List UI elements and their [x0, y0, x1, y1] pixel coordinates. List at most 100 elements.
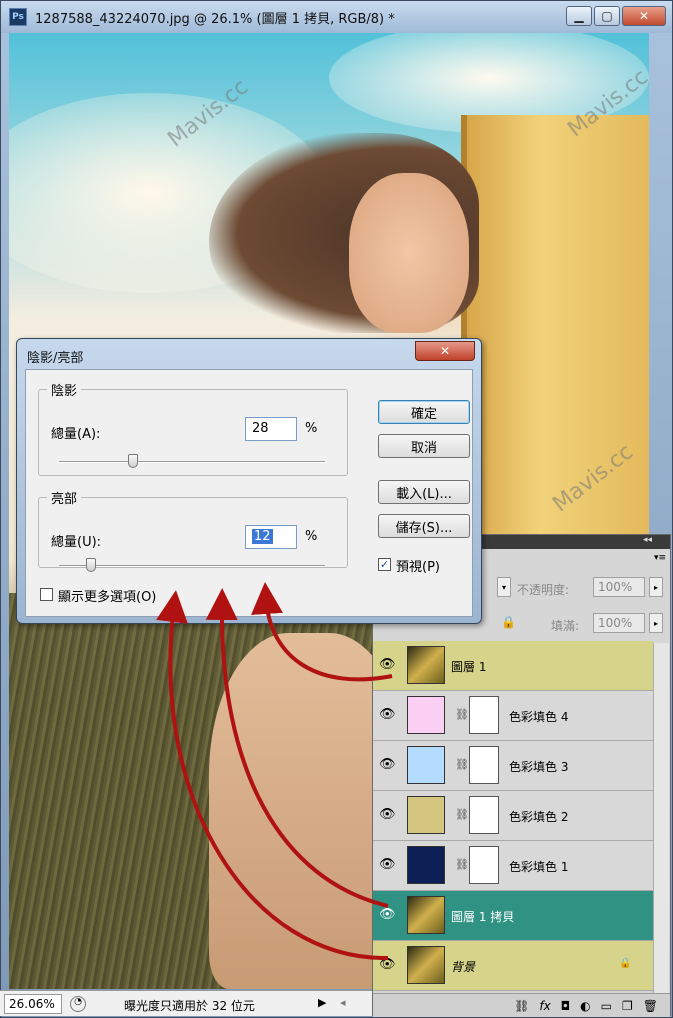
blend-mode-dropdown[interactable]: ▾ — [497, 577, 511, 597]
lock-all-icon[interactable]: 🔒 — [501, 615, 516, 629]
more-options-label[interactable]: 顯示更多選項(O) — [58, 586, 156, 605]
preview-checkbox[interactable]: ✓ — [378, 558, 391, 571]
layer-mask-thumbnail — [469, 696, 499, 734]
dialog-close-button[interactable]: ✕ — [415, 341, 475, 361]
link-layers-icon[interactable]: ⛓ — [514, 999, 529, 1013]
status-info-icon[interactable]: ◔ — [70, 996, 86, 1012]
highlights-amount-text: 12 — [252, 529, 273, 544]
layer-name: 色彩填色 2 — [509, 810, 569, 824]
layer-row[interactable]: 👁 ⛓ 色彩填色 4 — [373, 691, 653, 741]
link-icon: ⛓ — [455, 808, 469, 821]
fill-label: 填滿: — [551, 619, 580, 633]
shadows-slider-track[interactable] — [59, 461, 325, 463]
cancel-button[interactable]: 取消 — [378, 434, 470, 458]
layer-name: 色彩填色 4 — [509, 710, 569, 724]
status-menu-arrow[interactable]: ▶ — [318, 996, 326, 1009]
checkmark-icon: ✓ — [379, 558, 390, 571]
fill-thumbnail — [407, 796, 445, 834]
shadows-amount-input[interactable]: 28 — [245, 417, 297, 441]
shadows-highlights-dialog: 陰影/亮部 ✕ 陰影 總量(A): 28 % 亮部 總量(U): 12 % 顯示… — [16, 338, 482, 624]
eye-icon[interactable]: 👁 — [379, 757, 399, 773]
close-icon: ✕ — [638, 9, 650, 23]
opacity-field[interactable]: 100% — [593, 577, 645, 597]
title-bar[interactable]: Ps 1287588_43224070.jpg @ 26.1% (圖層 1 拷貝… — [1, 1, 672, 33]
layer-mask-thumbnail — [469, 796, 499, 834]
new-group-icon[interactable]: ▭ — [601, 999, 612, 1013]
layer-thumbnail — [407, 946, 445, 984]
layer-mask-thumbnail — [469, 746, 499, 784]
ok-button[interactable]: 確定 — [378, 400, 470, 424]
maximize-icon: ▢ — [601, 9, 613, 23]
yellow-crate — [461, 115, 649, 545]
adjustment-layer-icon[interactable]: ◐ — [580, 999, 590, 1013]
fill-field[interactable]: 100% — [593, 613, 645, 633]
trash-icon[interactable]: 🗑 — [643, 999, 658, 1013]
layers-scrollbar[interactable] — [653, 643, 669, 995]
link-icon: ⛓ — [455, 858, 469, 871]
shadows-percent: % — [305, 421, 318, 436]
shadows-legend: 陰影 — [51, 384, 78, 399]
layers-footer: ⛓ fx ◘ ◐ ▭ ❐ 🗑 — [373, 993, 670, 1017]
scroll-left-icon[interactable]: ◂ — [340, 996, 346, 1009]
photoshop-icon: Ps — [9, 8, 27, 26]
load-button[interactable]: 載入(L)... — [378, 480, 470, 504]
fx-icon[interactable]: fx — [539, 999, 550, 1013]
layer-row[interactable]: 👁 ⛓ 色彩填色 2 — [373, 791, 653, 841]
eye-icon[interactable]: 👁 — [379, 957, 399, 973]
fill-arrow[interactable]: ▸ — [649, 613, 663, 633]
shadows-amount-label: 總量(A): — [51, 427, 101, 442]
status-bar: 26.06% ◔ 曝光度只適用於 32 位元 ▶ ◂ — [0, 990, 372, 1016]
shadows-slider-thumb[interactable] — [128, 454, 139, 468]
layer-name: 圖層 1 — [451, 660, 487, 674]
layer-row[interactable]: 👁 背景 🔒 — [373, 941, 653, 991]
highlights-percent: % — [305, 529, 318, 544]
eye-icon[interactable]: 👁 — [379, 657, 399, 673]
layer-row[interactable]: 👁 ⛓ 色彩填色 3 — [373, 741, 653, 791]
collapse-icon[interactable]: ◂◂ — [643, 535, 652, 545]
link-icon: ⛓ — [455, 708, 469, 721]
zoom-field[interactable]: 26.06% — [4, 994, 62, 1014]
layer-name: 背景 — [451, 960, 476, 974]
layer-name: 色彩填色 3 — [509, 760, 569, 774]
layer-row[interactable]: 👁 ⛓ 色彩填色 1 — [373, 841, 653, 891]
new-layer-icon[interactable]: ❐ — [622, 999, 633, 1013]
eye-icon[interactable]: 👁 — [379, 857, 399, 873]
layer-thumbnail — [407, 896, 445, 934]
more-options-checkbox[interactable] — [40, 588, 53, 601]
layer-thumbnail — [407, 646, 445, 684]
close-icon: ✕ — [439, 344, 451, 358]
lock-icon: 🔒 — [619, 958, 632, 969]
layer-row-selected[interactable]: 👁 圖層 1 拷貝 — [373, 891, 653, 941]
layer-row[interactable]: 👁 圖層 1 — [373, 641, 653, 691]
eye-icon[interactable]: 👁 — [379, 807, 399, 823]
preview-label[interactable]: 預視(P) — [396, 556, 440, 575]
layer-mask-thumbnail — [469, 846, 499, 884]
status-message: 曝光度只適用於 32 位元 — [124, 999, 255, 1013]
maximize-button[interactable]: ▢ — [594, 6, 620, 26]
layer-name: 色彩填色 1 — [509, 860, 569, 874]
opacity-label: 不透明度: — [517, 583, 570, 597]
add-mask-icon[interactable]: ◘ — [561, 999, 571, 1013]
eye-icon[interactable]: 👁 — [379, 707, 399, 723]
dialog-title: 陰影/亮部 — [27, 351, 84, 366]
opacity-arrow[interactable]: ▸ — [649, 577, 663, 597]
fill-thumbnail — [407, 696, 445, 734]
highlights-slider-thumb[interactable] — [85, 558, 96, 572]
link-icon: ⛓ — [455, 758, 469, 771]
eye-icon[interactable]: 👁 — [379, 907, 399, 923]
woman-face — [349, 173, 469, 333]
shadows-group: 陰影 總量(A): 28 % — [38, 380, 348, 476]
layer-name: 圖層 1 拷貝 — [451, 910, 515, 924]
highlights-legend: 亮部 — [51, 492, 78, 507]
highlights-slider-track[interactable] — [59, 565, 325, 567]
save-button[interactable]: 儲存(S)... — [378, 514, 470, 538]
minimize-button[interactable]: ▁ — [566, 6, 592, 26]
dialog-body: 陰影 總量(A): 28 % 亮部 總量(U): 12 % 顯示更多選項(O) … — [25, 369, 473, 617]
highlights-group: 亮部 總量(U): 12 % — [38, 488, 348, 572]
panel-menu-icon[interactable]: ▾≡ — [654, 553, 668, 563]
fill-thumbnail — [407, 846, 445, 884]
highlights-amount-label: 總量(U): — [51, 535, 102, 550]
highlights-amount-input[interactable]: 12 — [245, 525, 297, 549]
close-button[interactable]: ✕ — [622, 6, 666, 26]
fill-thumbnail — [407, 746, 445, 784]
